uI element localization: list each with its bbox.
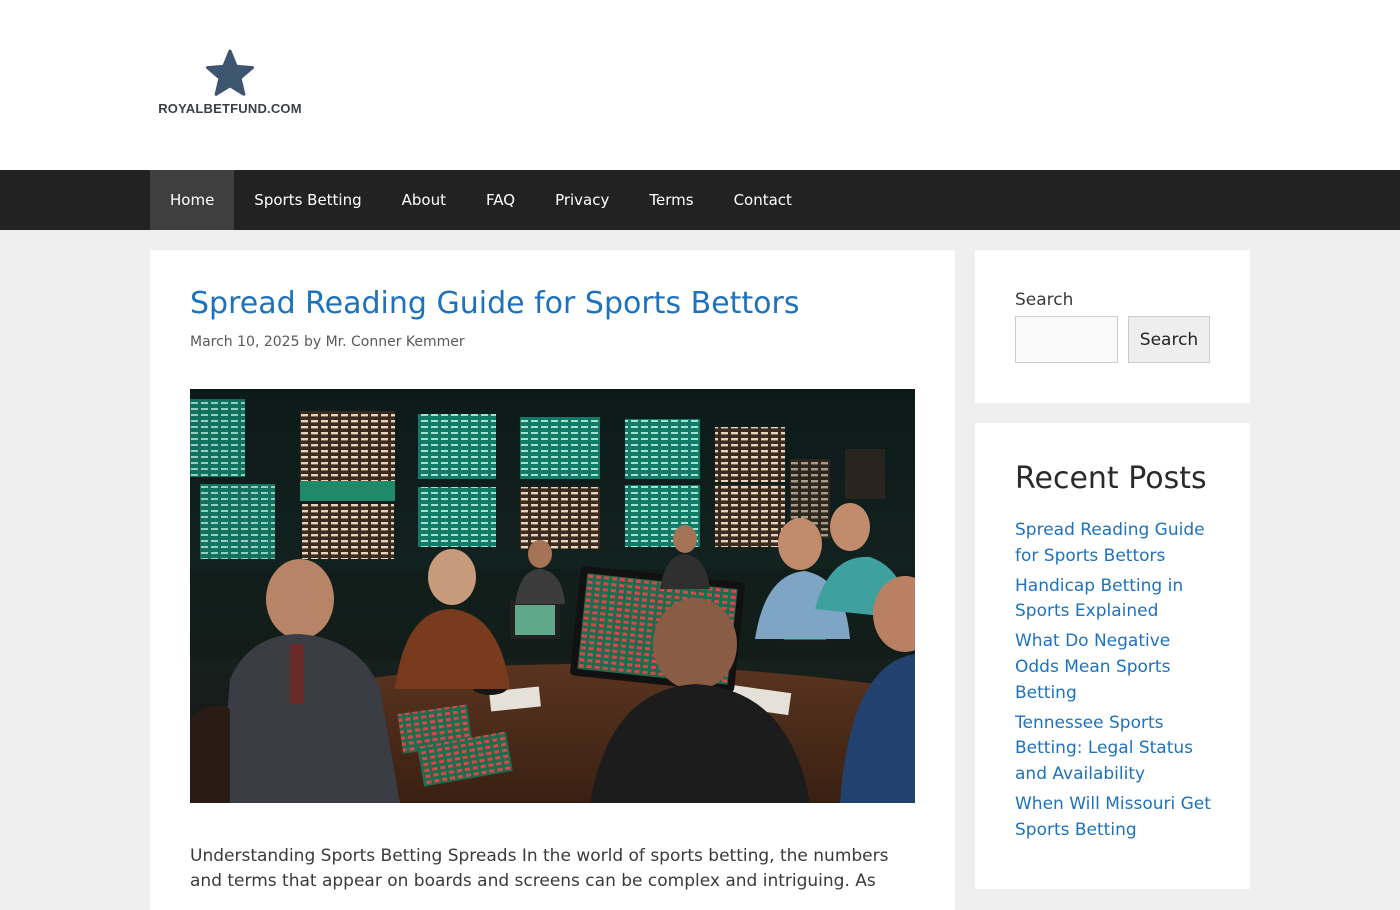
- post-date[interactable]: March 10, 2025: [190, 334, 299, 350]
- recent-posts-widget: Recent Posts Spread Reading Guide for Sp…: [975, 423, 1250, 889]
- post-excerpt: Understanding Sports Betting Spreads In …: [190, 846, 889, 891]
- nav-item-faq[interactable]: FAQ: [466, 170, 535, 230]
- recent-post-link[interactable]: What Do Negative Odds Mean Sports Bettin…: [1015, 629, 1215, 706]
- recent-post-link[interactable]: Handicap Betting in Sports Explained: [1015, 574, 1215, 625]
- featured-image[interactable]: [190, 389, 915, 803]
- site-logo[interactable]: ROYALBETFUND.COM: [150, 48, 310, 123]
- search-widget: Search Search: [975, 250, 1250, 403]
- main-navigation: Home Sports Betting About FAQ Privacy Te…: [0, 170, 1400, 230]
- post-by: by: [303, 334, 322, 350]
- post-author[interactable]: Mr. Conner Kemmer: [326, 334, 465, 350]
- recent-posts-heading: Recent Posts: [1015, 461, 1207, 496]
- search-label: Search: [1015, 290, 1074, 310]
- nav-item-sports-betting[interactable]: Sports Betting: [234, 170, 381, 230]
- nav-item-terms[interactable]: Terms: [629, 170, 713, 230]
- recent-posts-list: Spread Reading Guide for Sports Bettors …: [1015, 518, 1215, 848]
- nav-list: Home Sports Betting About FAQ Privacy Te…: [150, 170, 812, 230]
- article-card: Spread Reading Guide for Sports Bettors …: [150, 250, 955, 910]
- nav-item-contact[interactable]: Contact: [714, 170, 812, 230]
- search-button[interactable]: Search: [1128, 316, 1210, 363]
- star-icon: [206, 49, 254, 96]
- site-header: ROYALBETFUND.COM: [0, 0, 1400, 170]
- recent-post-link[interactable]: Spread Reading Guide for Sports Bettors: [1015, 518, 1215, 569]
- recent-post-link[interactable]: Tennessee Sports Betting: Legal Status a…: [1015, 711, 1215, 788]
- nav-item-privacy[interactable]: Privacy: [535, 170, 629, 230]
- featured-image-illustration: [190, 389, 915, 803]
- nav-item-about[interactable]: About: [382, 170, 466, 230]
- recent-post-link[interactable]: When Will Missouri Get Sports Betting: [1015, 792, 1215, 843]
- post-meta: March 10, 2025 by Mr. Conner Kemmer: [190, 334, 465, 350]
- nav-item-home[interactable]: Home: [150, 170, 235, 230]
- logo-text: ROYALBETFUND.COM: [158, 101, 302, 116]
- post-title[interactable]: Spread Reading Guide for Sports Bettors: [190, 286, 800, 321]
- search-input[interactable]: [1015, 316, 1118, 363]
